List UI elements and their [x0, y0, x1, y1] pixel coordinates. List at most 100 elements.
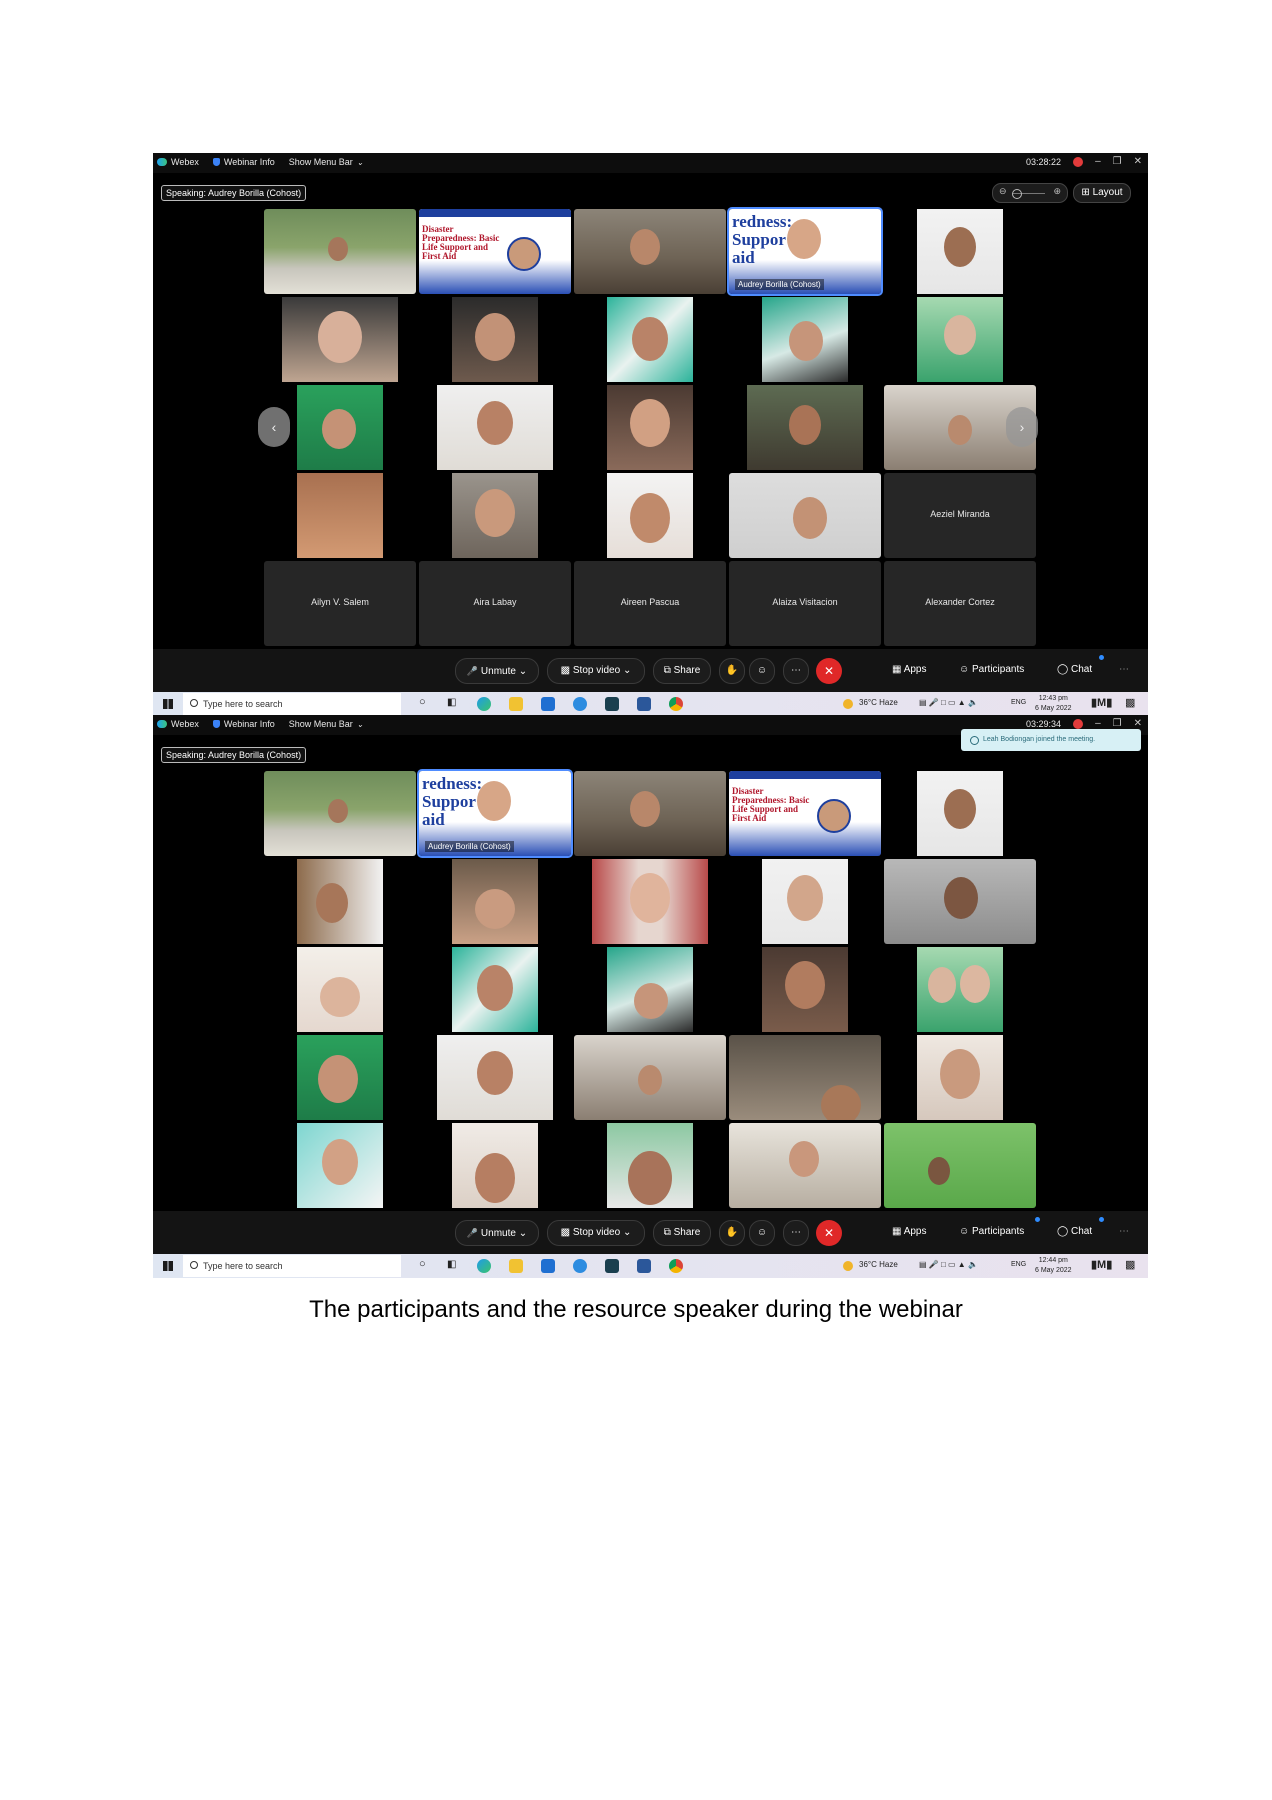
unmute-button[interactable]: 🎤 Unmute ⌄: [455, 1220, 539, 1246]
mail-icon[interactable]: [541, 697, 555, 711]
show-menu-bar-button[interactable]: Show Menu Bar ⌄: [289, 157, 364, 167]
participant-video[interactable]: [264, 859, 416, 944]
word-icon[interactable]: [637, 1259, 651, 1273]
participant-video[interactable]: [884, 771, 1036, 856]
participant-video[interactable]: [729, 385, 881, 470]
language-indicator[interactable]: ENG: [1011, 1261, 1026, 1268]
previous-page-button[interactable]: ‹: [258, 407, 290, 447]
meet-now-icon[interactable]: ▮M▮: [1091, 1258, 1112, 1271]
taskbar-search[interactable]: Type here to search: [183, 693, 401, 715]
close-button[interactable]: ✕: [1134, 718, 1142, 729]
meet-now-icon[interactable]: ▮M▮: [1091, 696, 1112, 709]
participant-name-tile[interactable]: Ailyn V. Salem: [264, 561, 416, 646]
zoom-out-icon[interactable]: ⊖: [999, 186, 1007, 197]
zoom-knob[interactable]: [1012, 189, 1022, 199]
active-speaker-tile[interactable]: redness: Suppor aid Audrey Borilla (Coho…: [417, 769, 573, 858]
webex-taskbar-icon[interactable]: [605, 1259, 619, 1273]
share-button[interactable]: ⧉ Share: [653, 1220, 711, 1246]
restore-button[interactable]: ❐: [1113, 156, 1122, 167]
more-options-button[interactable]: ⋯: [783, 658, 809, 684]
stop-video-button[interactable]: ▩ Stop video ⌄: [547, 1220, 645, 1246]
system-tray-icons[interactable]: ▤ 🎤 □ ▭ ▲ 🔈: [919, 1260, 978, 1269]
system-tray-icons[interactable]: ▤ 🎤 □ ▭ ▲ 🔈: [919, 698, 978, 707]
share-button[interactable]: ⧉ Share: [653, 658, 711, 684]
reactions-button[interactable]: ☺: [749, 658, 775, 684]
participant-name-tile[interactable]: Aireen Pascua: [574, 561, 726, 646]
participant-video[interactable]: [884, 297, 1036, 382]
participant-name-tile[interactable]: Alaiza Visitacion: [729, 561, 881, 646]
participant-video[interactable]: [574, 859, 726, 944]
participant-video[interactable]: [419, 859, 571, 944]
more-menu-button[interactable]: ⋯: [1119, 1226, 1129, 1237]
leave-meeting-button[interactable]: ✕: [816, 1220, 842, 1246]
participants-button[interactable]: ☺ Participants: [959, 664, 1024, 675]
participant-video[interactable]: [574, 385, 726, 470]
participant-video[interactable]: [729, 859, 881, 944]
taskbar-clock[interactable]: 12:43 pm 6 May 2022: [1035, 694, 1072, 714]
mail-icon[interactable]: [541, 1259, 555, 1273]
participant-video[interactable]: [574, 1035, 726, 1120]
chevron-down-icon[interactable]: ⌄: [623, 1227, 631, 1238]
windows-start-icon[interactable]: [163, 699, 173, 709]
weather-text[interactable]: 36°C Haze: [859, 1260, 898, 1269]
participant-video[interactable]: [884, 1035, 1036, 1120]
slide-share-tile[interactable]: Disaster Preparedness: Basic Life Suppor…: [419, 209, 571, 294]
participant-video[interactable]: [574, 209, 726, 294]
participant-video[interactable]: [884, 209, 1036, 294]
cortana-icon[interactable]: ○: [419, 1258, 426, 1270]
unmute-button[interactable]: 🎤 Unmute ⌄: [455, 658, 539, 684]
next-page-button[interactable]: ›: [1006, 407, 1038, 447]
participant-video[interactable]: [884, 947, 1036, 1032]
participants-button[interactable]: ☺ Participants: [959, 1226, 1024, 1237]
participant-video[interactable]: [729, 297, 881, 382]
edge-icon[interactable]: [477, 697, 491, 711]
cortana-icon[interactable]: ○: [419, 696, 426, 708]
show-menu-bar-button[interactable]: Show Menu Bar ⌄: [289, 719, 364, 729]
participant-video[interactable]: [419, 1035, 571, 1120]
apps-button[interactable]: ▦ Apps: [892, 1226, 926, 1237]
app-icon[interactable]: [573, 697, 587, 711]
participant-video[interactable]: [574, 947, 726, 1032]
participant-video[interactable]: [264, 947, 416, 1032]
participant-video[interactable]: [574, 473, 726, 558]
chat-button[interactable]: ◯ Chat: [1057, 664, 1092, 675]
taskbar-search[interactable]: Type here to search: [183, 1255, 401, 1277]
webex-taskbar-icon[interactable]: [605, 697, 619, 711]
chrome-icon[interactable]: [669, 1259, 683, 1273]
zoom-in-icon[interactable]: ⊕: [1053, 186, 1061, 197]
reactions-button[interactable]: ☺: [749, 1220, 775, 1246]
participant-video[interactable]: [264, 771, 416, 856]
more-menu-button[interactable]: ⋯: [1119, 664, 1129, 675]
raise-hand-button[interactable]: ✋: [719, 658, 745, 684]
webinar-info-button[interactable]: Webinar Info: [212, 719, 275, 729]
more-options-button[interactable]: ⋯: [783, 1220, 809, 1246]
participant-video[interactable]: [264, 473, 416, 558]
participant-video[interactable]: [884, 859, 1036, 944]
participant-video[interactable]: [729, 947, 881, 1032]
chevron-down-icon[interactable]: ⌄: [623, 665, 631, 676]
chat-button[interactable]: ◯ Chat: [1057, 1226, 1092, 1237]
raise-hand-button[interactable]: ✋: [719, 1220, 745, 1246]
participant-video[interactable]: [574, 771, 726, 856]
participant-video[interactable]: [264, 209, 416, 294]
participant-video[interactable]: [419, 947, 571, 1032]
zoom-slider[interactable]: ⊖ ⊕: [992, 183, 1068, 203]
restore-button[interactable]: ❐: [1113, 718, 1122, 729]
webinar-info-button[interactable]: Webinar Info: [212, 157, 275, 167]
participant-name-tile[interactable]: Aira Labay: [419, 561, 571, 646]
stop-video-button[interactable]: ▩ Stop video ⌄: [547, 658, 645, 684]
language-indicator[interactable]: ENG: [1011, 699, 1026, 706]
layout-button[interactable]: ⊞ Layout: [1073, 183, 1131, 203]
file-explorer-icon[interactable]: [509, 697, 523, 711]
participant-video[interactable]: [419, 1123, 571, 1208]
chevron-down-icon[interactable]: ⌄: [519, 666, 527, 677]
participant-video[interactable]: [419, 473, 571, 558]
apps-button[interactable]: ▦ Apps: [892, 664, 926, 675]
active-speaker-tile[interactable]: redness: Suppor aid Audrey Borilla (Coho…: [727, 207, 883, 296]
participant-video[interactable]: [729, 473, 881, 558]
minimize-button[interactable]: –: [1095, 156, 1101, 167]
notification-icon[interactable]: ▩: [1125, 696, 1135, 709]
minimize-button[interactable]: –: [1095, 718, 1101, 729]
leave-meeting-button[interactable]: ✕: [816, 658, 842, 684]
participant-video[interactable]: [419, 385, 571, 470]
